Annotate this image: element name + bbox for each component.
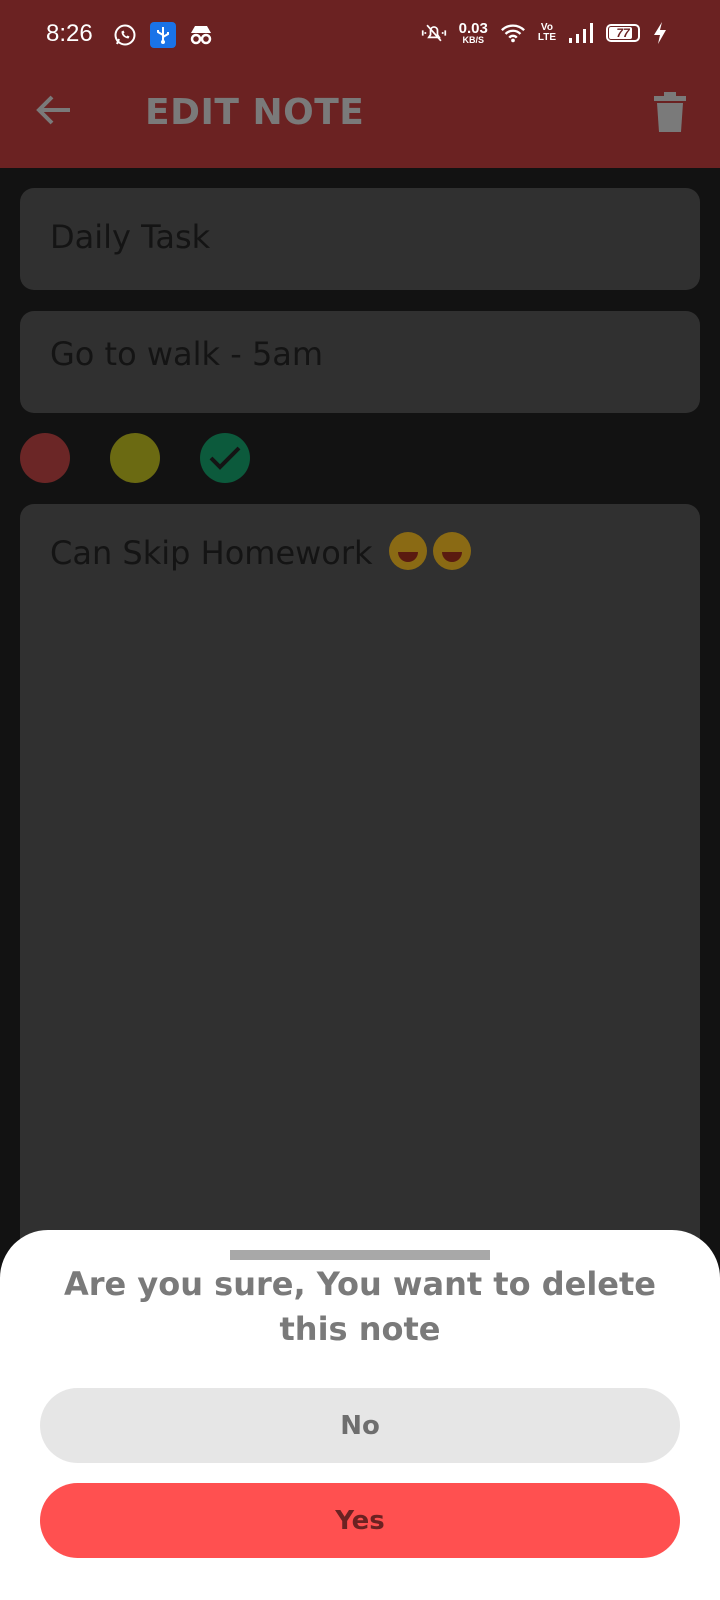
bell-off-icon (421, 20, 447, 46)
dialog-message: Are you sure, You want to delete this no… (64, 1265, 656, 1348)
signal-icon (568, 20, 594, 46)
yes-button[interactable]: Yes (40, 1483, 680, 1558)
check-icon (209, 446, 241, 470)
note-body-text: Can Skip Homework (50, 534, 373, 572)
status-bar: 8:26 0.03 KB/S Vo LTE 77 (0, 0, 720, 70)
incognito-icon (188, 22, 214, 48)
sheet-drag-handle[interactable] (230, 1250, 490, 1260)
no-button[interactable]: No (40, 1388, 680, 1463)
note-subtitle-text: Go to walk - 5am (50, 335, 324, 373)
wifi-icon (500, 20, 526, 46)
grinning-sweat-emoji (388, 532, 427, 570)
color-option-yellow[interactable] (110, 433, 160, 483)
delete-button[interactable] (650, 90, 690, 134)
color-option-green[interactable] (200, 433, 250, 483)
bolt-icon (652, 20, 668, 46)
delete-confirm-sheet: Are you sure, You want to delete this no… (0, 1230, 720, 1600)
usb-icon (150, 22, 176, 48)
system-icons: 0.03 KB/S Vo LTE 77 (421, 20, 668, 46)
network-speed-value: 0.03 (458, 20, 488, 37)
trash-icon (654, 92, 686, 132)
note-title-input[interactable]: Daily Task (20, 188, 700, 290)
network-speed: 0.03 KB/S (459, 21, 488, 45)
grinning-sweat-emoji (432, 532, 471, 570)
notification-icons (112, 22, 214, 48)
color-option-red[interactable] (20, 433, 70, 483)
whatsapp-icon (112, 22, 138, 48)
volte-bottom: LTE (537, 32, 556, 43)
network-speed-unit: KB/S (462, 35, 484, 45)
note-body-content: Can Skip Homework (50, 532, 471, 572)
back-button[interactable] (34, 90, 74, 130)
page-title: EDIT NOTE (145, 92, 365, 133)
status-time: 8:26 (46, 20, 93, 47)
note-title-text: Daily Task (50, 218, 211, 256)
arrow-left-icon (36, 95, 70, 125)
battery-level: 77 (616, 26, 630, 40)
app-bar: EDIT NOTE (0, 70, 720, 168)
color-picker (20, 433, 250, 483)
volte-indicator: Vo LTE (538, 23, 556, 43)
note-subtitle-input[interactable]: Go to walk - 5am (20, 311, 700, 413)
battery-indicator: 77 (606, 24, 640, 42)
